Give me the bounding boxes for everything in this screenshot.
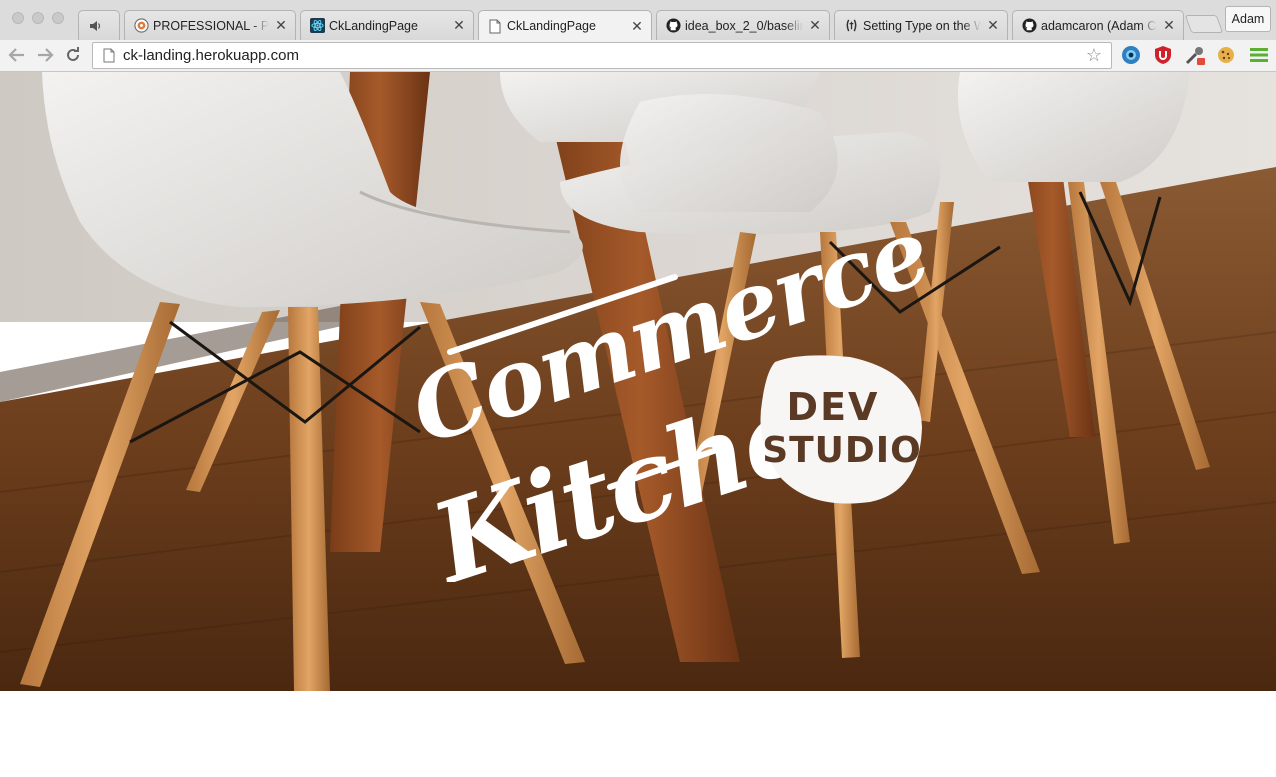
browser-chrome: PROFESSIONAL - Pivotal ✕ CkLandingPage ✕… — [0, 0, 1276, 72]
tab-title: Setting Type on the Web — [863, 18, 981, 33]
close-tab-icon[interactable]: ✕ — [275, 17, 287, 34]
window-controls — [12, 12, 64, 24]
page-viewport: Commerce Kitchen DEV STUDIO — [0, 72, 1276, 691]
pivotal-icon — [133, 18, 149, 34]
close-tab-icon[interactable]: ✕ — [453, 17, 465, 34]
close-tab-icon[interactable]: ✕ — [987, 17, 999, 34]
menu-icon[interactable] — [1248, 44, 1270, 66]
tab-setting-type[interactable]: Setting Type on the Web ✕ — [834, 10, 1008, 40]
tab-cklanding-react[interactable]: CkLandingPage ✕ — [300, 10, 474, 40]
tab-title: CkLandingPage — [329, 18, 418, 33]
shield-extension-icon[interactable] — [1152, 44, 1174, 66]
forward-arrow-icon[interactable] — [34, 44, 56, 66]
github-icon — [1021, 18, 1037, 34]
close-tab-icon[interactable]: ✕ — [1163, 17, 1175, 34]
new-tab-button[interactable] — [1184, 15, 1224, 33]
badge-studio: STUDIO — [762, 430, 922, 471]
speaker-icon[interactable] — [87, 18, 103, 34]
github-icon — [665, 18, 681, 34]
browser-toolbar: ck-landing.herokuapp.com ☆ — [0, 40, 1276, 72]
back-arrow-icon[interactable] — [6, 44, 28, 66]
close-tab-icon[interactable]: ✕ — [631, 18, 643, 35]
tab-title: idea_box_2_0/baseline_ — [685, 18, 803, 33]
address-bar[interactable]: ck-landing.herokuapp.com ☆ — [92, 42, 1112, 69]
commerce-kitchen-logo: Commerce Kitchen DEV STUDIO — [399, 197, 930, 582]
tab-title: CkLandingPage — [507, 19, 596, 33]
reload-icon[interactable] — [62, 44, 84, 66]
page-below-hero — [0, 691, 1276, 777]
close-tab-icon[interactable]: ✕ — [809, 17, 821, 34]
tab-pivotal[interactable]: PROFESSIONAL - Pivotal ✕ — [124, 10, 296, 40]
profile-button[interactable]: Adam — [1225, 6, 1271, 32]
tab-audio[interactable] — [78, 10, 120, 40]
tab-strip: PROFESSIONAL - Pivotal ✕ CkLandingPage ✕… — [0, 0, 1276, 41]
dropper-extension-icon[interactable] — [1184, 44, 1206, 66]
badge-dev: DEV — [787, 385, 880, 429]
tab-cklanding-active[interactable]: CkLandingPage ✕ — [478, 10, 652, 41]
tab-adamcaron[interactable]: adamcaron (Adam Caron) ✕ — [1012, 10, 1184, 40]
zoom-window-button[interactable] — [52, 12, 64, 24]
url-text[interactable]: ck-landing.herokuapp.com — [123, 47, 1083, 64]
tab-title: adamcaron (Adam Caron) — [1041, 18, 1157, 33]
cookie-extension-icon[interactable] — [1215, 44, 1237, 66]
page-icon — [487, 18, 503, 34]
minimize-window-button[interactable] — [32, 12, 44, 24]
tab-title: PROFESSIONAL - Pivotal — [153, 18, 269, 33]
tab-idea-box[interactable]: idea_box_2_0/baseline_ ✕ — [656, 10, 830, 40]
laurel-icon — [843, 18, 859, 34]
close-window-button[interactable] — [12, 12, 24, 24]
bookmark-star-icon[interactable]: ☆ — [1083, 45, 1105, 66]
eye-extension-icon[interactable] — [1120, 44, 1142, 66]
react-icon — [309, 18, 325, 34]
page-icon — [101, 48, 117, 64]
